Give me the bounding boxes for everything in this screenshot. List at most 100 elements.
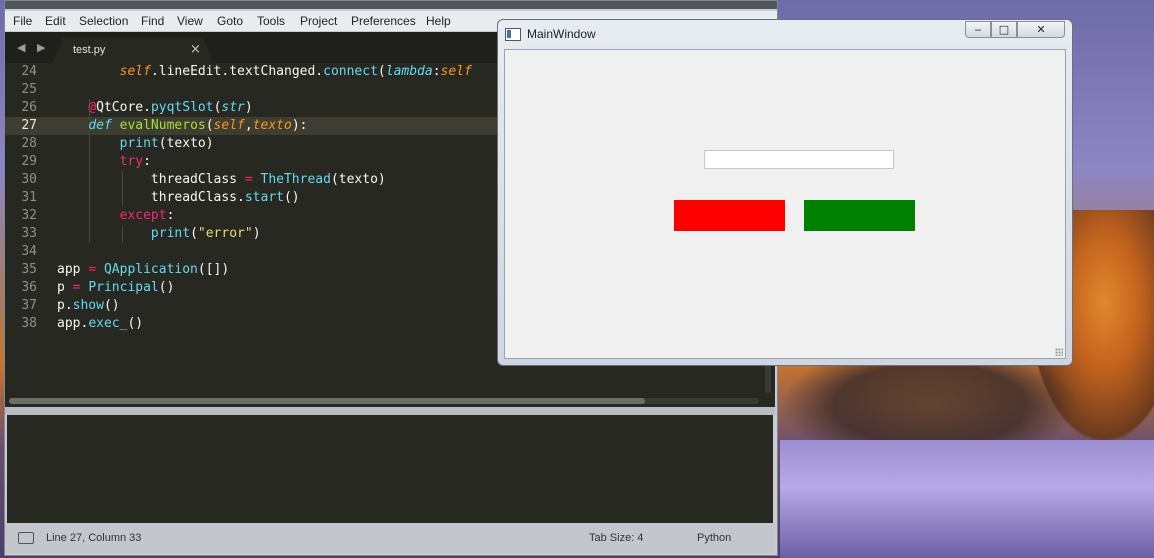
line-number: 24 (21, 64, 37, 79)
maximize-button[interactable]: □ (991, 21, 1017, 38)
menu-tools[interactable]: Tools (257, 14, 285, 28)
code-token: def (88, 118, 112, 133)
code-line[interactable]: self.lineEdit.textChanged.connect(lambda… (57, 63, 472, 81)
menu-file[interactable]: File (13, 14, 32, 28)
line-number: 33 (21, 226, 37, 241)
menu-goto[interactable]: Goto (217, 14, 243, 28)
line-number: 38 (21, 316, 37, 331)
menu-preferences[interactable]: Preferences (351, 14, 416, 28)
menu-selection[interactable]: Selection (79, 14, 128, 28)
code-token: : (166, 208, 175, 223)
code-token: , (244, 118, 253, 133)
menu-edit[interactable]: Edit (45, 14, 66, 28)
code-token: () (158, 280, 175, 295)
red-button[interactable] (674, 200, 785, 231)
line-number-gutter: 24 25 26 27 28 29 30 31 32 33 34 35 36 37 38 (5, 63, 41, 407)
panel-splitter[interactable] (5, 407, 775, 415)
line-number: 29 (21, 154, 37, 169)
code-token: .lineEdit.textChanged. (150, 64, 324, 79)
window-controls: ‒ □ ✕ (965, 21, 1065, 39)
code-line[interactable]: p = Principal() (57, 279, 174, 297)
code-line[interactable]: def evalNumeros(self,texto): (57, 117, 307, 135)
code-token: p (57, 280, 73, 295)
minimize-button[interactable]: ‒ (965, 21, 991, 38)
code-token: = (244, 172, 253, 187)
line-number: 32 (21, 208, 37, 223)
code-line[interactable]: p.show() (57, 297, 120, 315)
status-tab-size[interactable]: Tab Size: 4 (589, 532, 643, 544)
code-token: ): (291, 118, 308, 133)
code-line[interactable]: app = QApplication([]) (57, 261, 229, 279)
line-number: 31 (21, 190, 37, 205)
tab-nav-arrows-icon[interactable]: ◀ ▶ (17, 41, 49, 54)
code-token: threadClass. (57, 190, 245, 205)
horizontal-scrollbar[interactable] (9, 398, 759, 404)
code-token: connect (323, 64, 378, 79)
code-token: str (221, 100, 245, 115)
horizontal-scrollbar-thumb[interactable] (9, 398, 645, 404)
status-cursor-position[interactable]: Line 27, Column 33 (46, 532, 141, 544)
code-token: "error" (197, 226, 253, 241)
code-line[interactable]: app.exec_() (57, 315, 143, 333)
line-edit-input[interactable] (704, 150, 894, 169)
green-button[interactable] (804, 200, 915, 231)
code-line[interactable]: try: (57, 153, 151, 171)
code-token: try (119, 154, 144, 169)
code-token: ) (244, 100, 253, 115)
code-token: pyqtSlot (150, 100, 214, 115)
menu-help[interactable]: Help (426, 14, 451, 28)
code-token: ( (190, 226, 198, 241)
line-number: 30 (21, 172, 37, 187)
close-icon[interactable]: × (190, 42, 201, 57)
code-token: ( (377, 64, 386, 79)
line-number: 27 (21, 118, 37, 133)
output-panel[interactable] (7, 415, 773, 523)
tab-test-py[interactable]: test.py × (53, 38, 213, 63)
code-token: TheThread (260, 172, 331, 187)
editor-title-bar[interactable] (5, 1, 777, 9)
qt-main-window: MainWindow ‒ □ ✕ (497, 19, 1073, 366)
close-button[interactable]: ✕ (1017, 21, 1065, 38)
code-token: texto (252, 118, 292, 133)
minimize-icon: ‒ (974, 23, 982, 36)
code-line[interactable]: print(texto) (57, 135, 214, 153)
code-token: show (72, 298, 104, 313)
status-syntax[interactable]: Python (697, 532, 731, 544)
window-app-icon[interactable] (505, 28, 521, 41)
menu-view[interactable]: View (177, 14, 203, 28)
code-token: app (57, 262, 89, 277)
menu-find[interactable]: Find (141, 14, 164, 28)
code-line[interactable]: threadClass = TheThread(texto) (57, 171, 386, 189)
code-line[interactable]: threadClass.start() (57, 189, 300, 207)
line-number: 26 (21, 100, 37, 115)
code-token: lambda (385, 64, 433, 79)
code-line[interactable]: except: (57, 207, 175, 225)
code-token: @ (88, 100, 97, 115)
line-number: 25 (21, 82, 37, 97)
code-token: = (88, 262, 97, 277)
code-token: ([]) (197, 262, 230, 277)
panel-toggle-icon[interactable] (18, 532, 34, 544)
code-token: p. (57, 298, 73, 313)
code-line[interactable]: @QtCore.pyqtSlot(str) (57, 99, 253, 117)
code-token: (texto) (158, 136, 214, 151)
code-token: self (119, 64, 151, 79)
code-token: () (283, 190, 300, 205)
code-token: (texto) (330, 172, 386, 187)
resize-grip-icon[interactable] (1055, 348, 1063, 356)
code-token: () (103, 298, 120, 313)
code-token: threadClass (57, 172, 245, 187)
line-number: 28 (21, 136, 37, 151)
code-line[interactable]: print("error") (57, 225, 261, 243)
menu-project[interactable]: Project (300, 14, 337, 28)
code-token: ) (252, 226, 261, 241)
